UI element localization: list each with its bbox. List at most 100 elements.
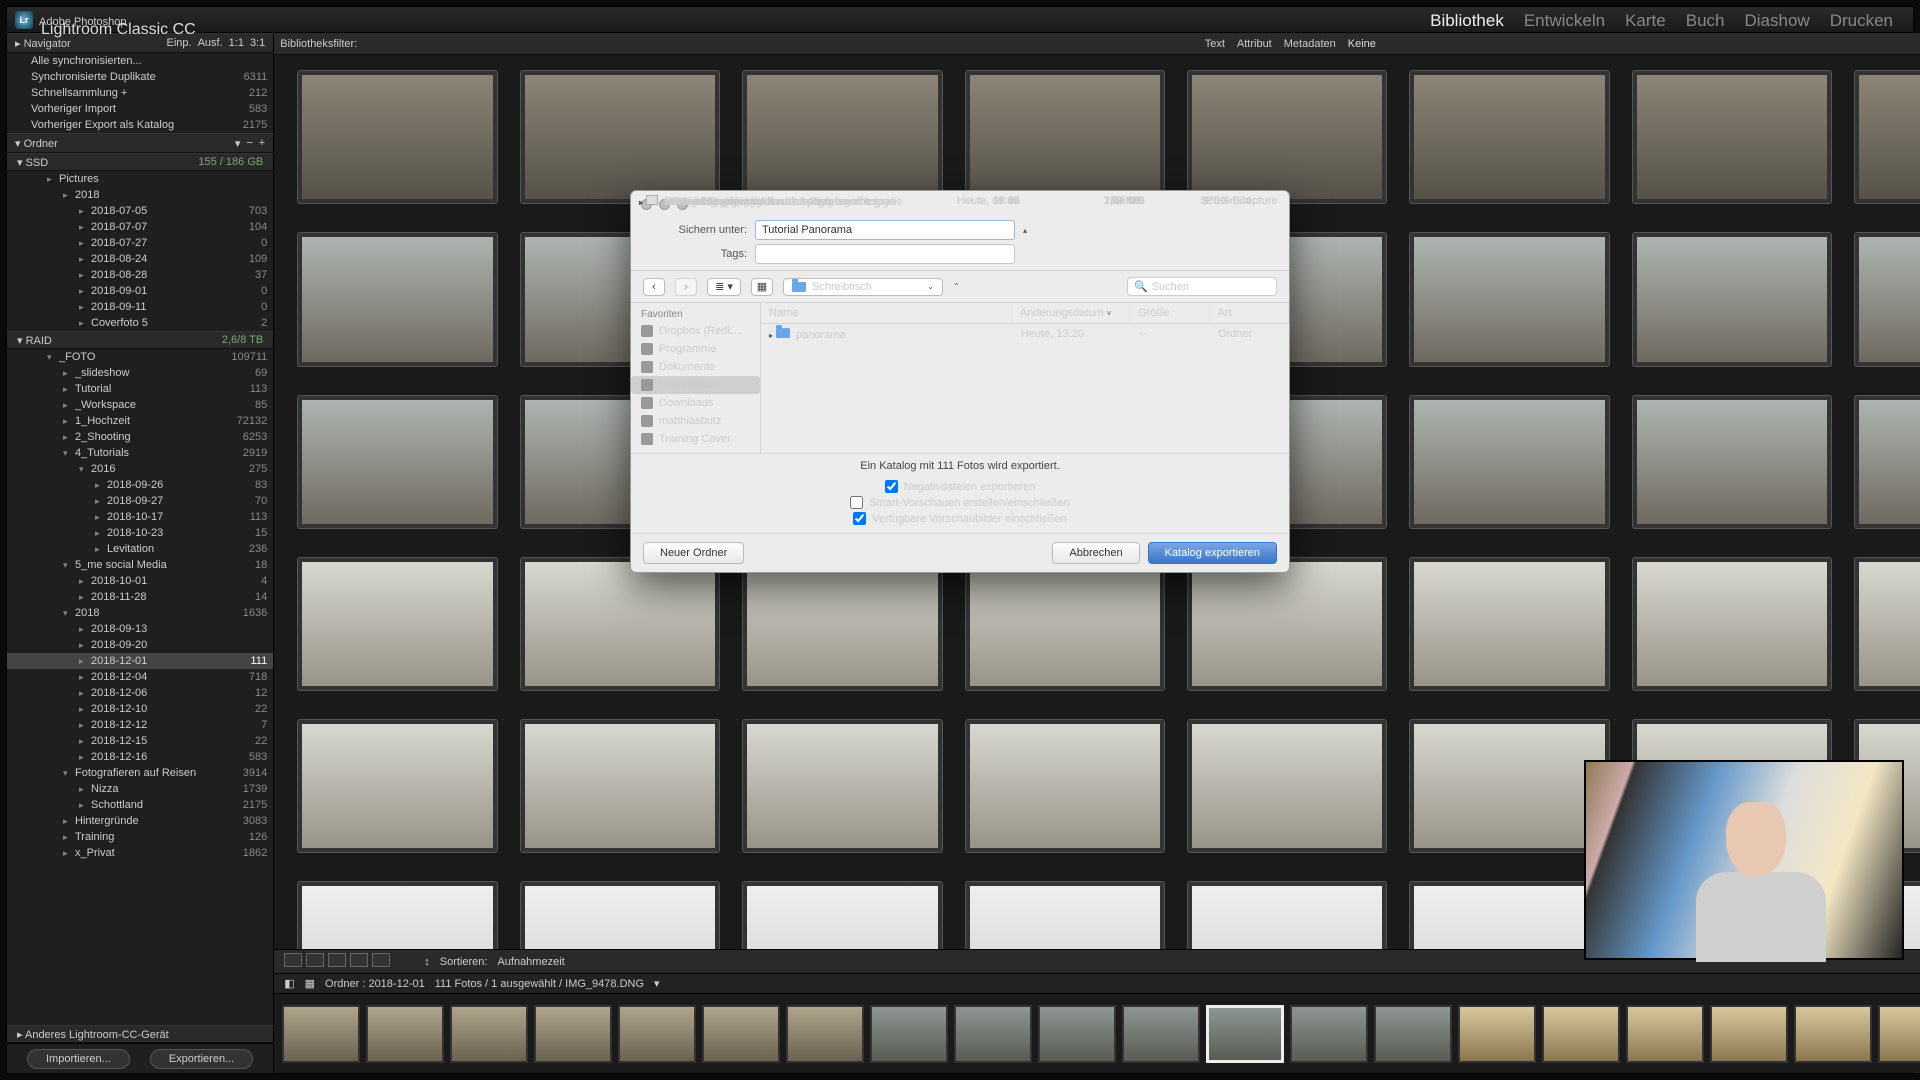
thumbnail[interactable]	[966, 882, 1164, 949]
catalog-item[interactable]: Vorheriger Import583	[7, 101, 273, 117]
folder-item[interactable]: ▸2018-12-16583	[7, 749, 273, 765]
view-list-icon[interactable]: ≣ ▾	[707, 278, 741, 296]
view-grid-icon[interactable]: ▦	[751, 278, 773, 296]
zoom-icon[interactable]	[677, 199, 688, 210]
info-path[interactable]: Ordner : 2018-12-01	[325, 978, 425, 990]
other-device[interactable]: ▸ Anderes Lightroom-CC-Gerät	[7, 1025, 273, 1043]
second-window-icon[interactable]: ◧	[284, 977, 294, 990]
thumbnail[interactable]	[966, 71, 1164, 203]
folder-item[interactable]: ▸Hintergründe3083	[7, 813, 273, 829]
history-icon[interactable]: ⌃	[953, 282, 960, 291]
filter-attribute[interactable]: Attribut	[1237, 38, 1272, 50]
nav-3to1[interactable]: 3:1	[250, 37, 265, 49]
folder-item[interactable]: ▸2018-10-2315	[7, 525, 273, 541]
search-input[interactable]: 🔍 Suchen	[1127, 277, 1277, 296]
new-folder-button[interactable]: Neuer Ordner	[643, 542, 744, 564]
cancel-button[interactable]: Abbrechen	[1052, 542, 1139, 564]
folder-item[interactable]: ▸2018-12-01111	[7, 653, 273, 669]
folder-minus-icon[interactable]: −	[246, 137, 252, 150]
thumbnail[interactable]	[1855, 233, 1920, 365]
folders-header[interactable]: ▾ Ordner ▾ − +	[7, 133, 273, 153]
folder-item[interactable]: ▸Schottland2175	[7, 797, 273, 813]
col-kind[interactable]: Art	[1210, 303, 1289, 323]
folder-item[interactable]: ▸2018-09-010	[7, 283, 273, 299]
folder-item[interactable]: ▸Coverfoto 52	[7, 315, 273, 331]
export-catalog-button[interactable]: Katalog exportieren	[1148, 542, 1277, 564]
folder-item[interactable]: ▸Tutorial113	[7, 381, 273, 397]
folder-item[interactable]: ▸2018-08-2837	[7, 267, 273, 283]
chk-smart-previews[interactable]	[850, 496, 863, 509]
thumbnail[interactable]	[1855, 71, 1920, 203]
thumbnail[interactable]	[1188, 558, 1386, 690]
thumbnail[interactable]	[1855, 558, 1920, 690]
sidebar-item[interactable]: Downloads	[631, 394, 760, 412]
thumbnail[interactable]	[966, 558, 1164, 690]
folder-item[interactable]: ▾2016275	[7, 461, 273, 477]
filmstrip-thumb[interactable]	[1626, 1005, 1704, 1063]
thumbnail[interactable]	[298, 558, 496, 690]
col-date[interactable]: Änderungsdatum	[1020, 307, 1104, 319]
back-button[interactable]: ‹	[643, 278, 665, 296]
folder-item[interactable]: ▸2018-07-07104	[7, 219, 273, 235]
sidebar-item[interactable]: matthiasbutz	[631, 412, 760, 430]
drive-ssd[interactable]: ▾ SSD 155 / 186 GB	[7, 153, 273, 171]
filmstrip-thumb[interactable]	[282, 1005, 360, 1063]
grid-icon[interactable]: ▦	[305, 977, 315, 990]
nav-1to1[interactable]: 1:1	[229, 37, 244, 49]
filmstrip-thumb[interactable]	[1374, 1005, 1452, 1063]
thumbnail[interactable]	[521, 71, 719, 203]
folder-item[interactable]: ▸Nizza1739	[7, 781, 273, 797]
folder-item[interactable]: ▸2018	[7, 187, 273, 203]
folder-item[interactable]: ▸2018-12-04718	[7, 669, 273, 685]
folder-item[interactable]: ▸Pictures	[7, 171, 273, 187]
folder-item[interactable]: ▸2018-12-1522	[7, 733, 273, 749]
folder-item[interactable]: ▸2018-09-20	[7, 637, 273, 653]
thumbnail[interactable]	[1410, 396, 1608, 528]
forward-button[interactable]: ›	[675, 278, 697, 296]
folder-item[interactable]: ▸_slideshow69	[7, 365, 273, 381]
filmstrip-thumb[interactable]	[1038, 1005, 1116, 1063]
thumbnail[interactable]	[743, 720, 941, 852]
thumbnail[interactable]	[298, 882, 496, 949]
filmstrip-thumb[interactable]	[1794, 1005, 1872, 1063]
filmstrip-thumb[interactable]	[366, 1005, 444, 1063]
tags-input[interactable]	[755, 244, 1015, 264]
folder-item[interactable]: ▸2018-10-014	[7, 573, 273, 589]
thumbnail[interactable]	[743, 71, 941, 203]
filter-text[interactable]: Text	[1205, 38, 1225, 50]
folder-item[interactable]: ▸2018-09-2770	[7, 493, 273, 509]
catalog-item[interactable]: Alle synchronisierten...	[7, 53, 273, 69]
location-select[interactable]: Schreibtisch ⌄	[783, 278, 943, 296]
thumbnail[interactable]	[521, 882, 719, 949]
folder-item[interactable]: ▸2018-12-0612	[7, 685, 273, 701]
folder-item[interactable]: ▸2018-09-110	[7, 299, 273, 315]
thumbnail[interactable]	[1633, 233, 1831, 365]
save-as-input[interactable]	[755, 220, 1015, 240]
filmstrip-thumb[interactable]	[1710, 1005, 1788, 1063]
thumbnail[interactable]	[1855, 396, 1920, 528]
folder-item[interactable]: ▸2018-12-127	[7, 717, 273, 733]
col-size[interactable]: Größe	[1130, 303, 1209, 323]
filter-none[interactable]: Keine	[1348, 38, 1376, 50]
thumbnail[interactable]	[521, 558, 719, 690]
filmstrip-thumb[interactable]	[618, 1005, 696, 1063]
drive-raid[interactable]: ▾ RAID 2,6/8 TB	[7, 331, 273, 349]
thumbnail[interactable]	[298, 396, 496, 528]
sidebar-item[interactable]: Training Cover	[631, 430, 760, 448]
thumbnail[interactable]	[1188, 720, 1386, 852]
thumbnail[interactable]	[298, 233, 496, 365]
filmstrip-thumb[interactable]	[534, 1005, 612, 1063]
export-button[interactable]: Exportieren...	[150, 1049, 253, 1069]
folder-item[interactable]: ▸2018-12-1022	[7, 701, 273, 717]
filmstrip-thumb[interactable]	[1290, 1005, 1368, 1063]
filmstrip-thumb[interactable]	[1542, 1005, 1620, 1063]
filmstrip-thumb[interactable]	[1878, 1005, 1920, 1063]
sidebar-item[interactable]: Programme	[631, 340, 760, 358]
filter-metadata[interactable]: Metadaten	[1284, 38, 1336, 50]
import-button[interactable]: Importieren...	[27, 1049, 130, 1069]
module-print[interactable]: Drucken	[1830, 11, 1893, 31]
thumbnail[interactable]	[966, 720, 1164, 852]
module-develop[interactable]: Entwickeln	[1524, 11, 1605, 31]
sort-value[interactable]: Aufnahmezeit	[497, 956, 564, 968]
close-icon[interactable]	[641, 199, 652, 210]
